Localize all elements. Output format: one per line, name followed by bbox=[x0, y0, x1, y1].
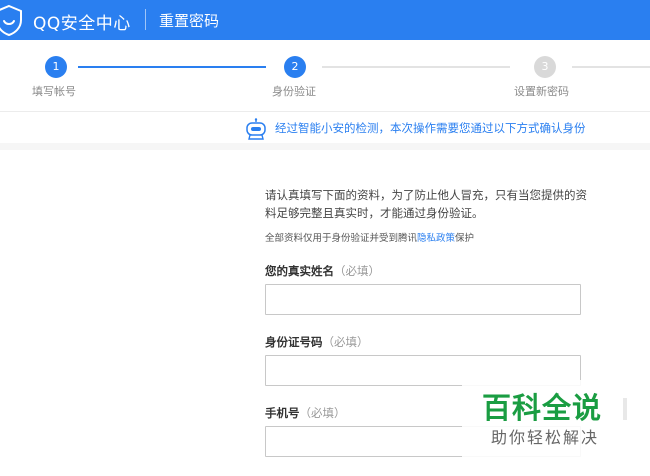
shield-icon bbox=[0, 4, 22, 37]
step-3-circle: 3 bbox=[534, 56, 556, 78]
section-divider bbox=[0, 143, 650, 150]
id-number-label-text: 身份证号码 bbox=[265, 335, 323, 349]
step-connector-2 bbox=[322, 66, 510, 68]
brand-name[interactable]: QQ安全中心 bbox=[33, 9, 131, 34]
phone-label-text: 手机号 bbox=[265, 406, 300, 420]
phone-label: 手机号（必填） bbox=[265, 405, 346, 421]
phone-required-note: （必填） bbox=[299, 406, 346, 420]
step-connector-1 bbox=[78, 66, 266, 68]
privacy-note: 全部资料仅用于身份验证并受到腾讯隐私政策保护 bbox=[265, 230, 474, 244]
privacy-suffix: 保护 bbox=[455, 233, 475, 244]
verification-notice: 经过智能小安的检测，本次操作需要您通过以下方式确认身份 bbox=[0, 113, 650, 143]
name-label: 您的真实姓名（必填） bbox=[265, 263, 380, 279]
header-bar: QQ安全中心 重置密码 bbox=[0, 0, 650, 40]
watermark-subtitle: 助你轻松解决 bbox=[491, 428, 600, 447]
privacy-policy-link[interactable]: 隐私政策 bbox=[417, 233, 455, 244]
watermark-edge bbox=[623, 398, 627, 420]
step-connector-3 bbox=[572, 66, 650, 68]
page-title: 重置密码 bbox=[159, 12, 220, 30]
step-progress: 1 填写帐号 2 身份验证 3 设置新密码 bbox=[0, 40, 650, 112]
form-intro: 请认真填写下面的资料，为了防止他人冒充，只有当您提供的资料足够完整且真实时，才能… bbox=[265, 188, 587, 220]
header-divider bbox=[145, 9, 146, 30]
notice-text: 经过智能小安的检测，本次操作需要您通过以下方式确认身份 bbox=[275, 121, 586, 135]
real-name-input[interactable] bbox=[265, 284, 581, 315]
privacy-prefix: 全部资料仅用于身份验证并受到腾讯 bbox=[265, 233, 418, 244]
step-1-label: 填写帐号 bbox=[32, 85, 76, 98]
name-label-text: 您的真实姓名 bbox=[265, 264, 334, 278]
id-number-label: 身份证号码（必填） bbox=[265, 334, 369, 350]
name-required-note: （必填） bbox=[334, 264, 380, 278]
step-2-label: 身份验证 bbox=[272, 85, 316, 98]
step-2-circle: 2 bbox=[284, 56, 306, 78]
watermark-title: 百科全说 bbox=[482, 391, 603, 425]
step-3-label: 设置新密码 bbox=[514, 85, 569, 98]
id-number-required-note: （必填） bbox=[322, 335, 369, 349]
step-1-circle: 1 bbox=[45, 56, 67, 78]
robot-icon bbox=[246, 118, 266, 140]
